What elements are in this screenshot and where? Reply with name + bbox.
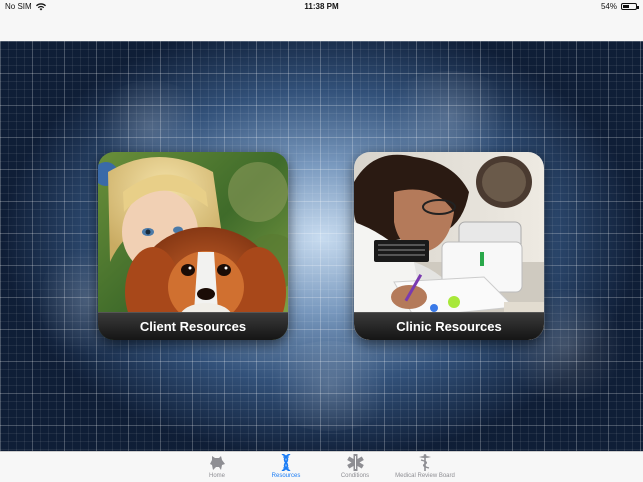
navigation-bar (0, 14, 643, 41)
background-texture (260, 341, 400, 431)
background-texture (380, 71, 520, 161)
tab-label: Home (208, 473, 225, 479)
caduceus-icon (416, 454, 434, 471)
tab-bar: Home Resources Conditions Medical Review… (0, 451, 643, 482)
status-bar: No SIM 11:38 PM 54% (0, 0, 643, 14)
dna-icon (277, 454, 295, 471)
tab-label: Conditions (340, 473, 370, 479)
client-resources-tile[interactable]: Client Resources (98, 152, 288, 340)
tab-home[interactable]: Home (182, 454, 252, 479)
tab-medical-review-board[interactable]: Medical Review Board (390, 454, 460, 479)
clinic-resources-tile[interactable]: Clinic Resources (354, 152, 544, 340)
tab-resources[interactable]: Resources (251, 454, 321, 479)
status-time: 11:38 PM (304, 2, 339, 11)
tile-label-bar: Client Resources (98, 312, 288, 340)
tab-label: Medical Review Board (395, 473, 455, 479)
battery-icon (621, 3, 639, 10)
tab-conditions[interactable]: Conditions (320, 454, 390, 479)
clinic-resources-label: Clinic Resources (396, 319, 502, 334)
main-content: Client Resources Clinic Resources (0, 41, 643, 451)
caduceus-star-icon (346, 454, 364, 471)
status-right: 54% (600, 2, 639, 11)
dog-icon (208, 454, 226, 471)
tab-label: Resources (271, 473, 301, 479)
tile-label-bar: Clinic Resources (354, 312, 544, 340)
battery-percent: 54% (600, 2, 617, 11)
client-resources-label: Client Resources (139, 319, 247, 334)
